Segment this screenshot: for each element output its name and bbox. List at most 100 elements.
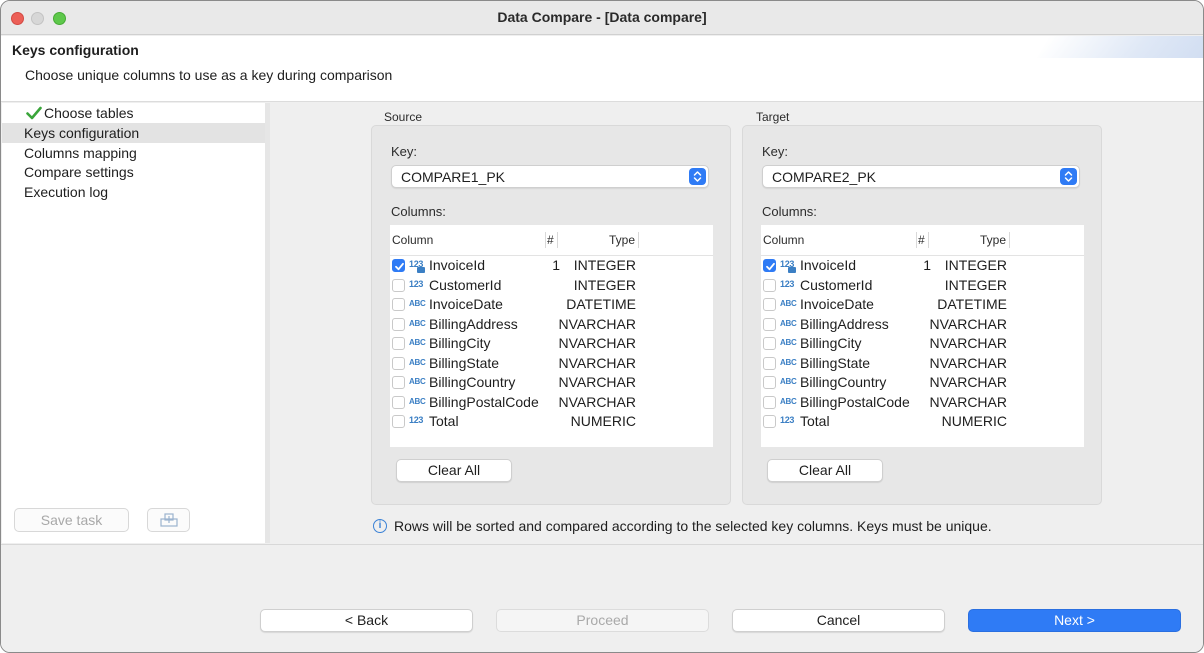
table-row[interactable]: ABC BillingCity NVARCHAR xyxy=(390,334,713,354)
sidebar-item-keys-configuration[interactable]: Keys configuration xyxy=(2,123,265,143)
key-checkbox[interactable] xyxy=(763,356,776,370)
key-checkbox[interactable] xyxy=(763,337,776,350)
table-row[interactable]: ABC BillingCity NVARCHAR xyxy=(761,334,1084,354)
table-row[interactable]: 123 InvoiceId 1 INTEGER xyxy=(390,256,713,276)
column-type: NVARCHAR xyxy=(929,335,1007,351)
wizard-steps-sidebar: Choose tables Keys configuration Columns… xyxy=(2,103,266,543)
column-name: CustomerId xyxy=(429,276,502,293)
page-description: Choose unique columns to use as a key du… xyxy=(25,67,393,83)
key-checkbox[interactable] xyxy=(392,395,405,409)
sidebar-item-label: Compare settings xyxy=(24,164,134,180)
key-checkbox[interactable] xyxy=(763,395,776,409)
sidebar-item-execution-log[interactable]: Execution log xyxy=(2,182,265,202)
table-row[interactable]: ABC BillingPostalCode NVARCHAR xyxy=(390,393,713,413)
keys-configuration-panel: Source Key: COMPARE1_PK Columns: Column … xyxy=(271,103,1203,543)
table-row[interactable]: 123 CustomerId INTEGER xyxy=(761,276,1084,296)
table-row[interactable]: ABC InvoiceDate DATETIME xyxy=(390,295,713,315)
column-header-column[interactable]: Column xyxy=(392,225,433,255)
column-type: DATETIME xyxy=(566,296,636,312)
column-name: InvoiceDate xyxy=(429,296,503,312)
table-row[interactable]: 123 Total NUMERIC xyxy=(390,412,713,432)
column-header-number[interactable]: # xyxy=(547,225,554,255)
key-checkbox[interactable] xyxy=(392,317,405,331)
sidebar-item-choose-tables[interactable]: Choose tables xyxy=(2,103,265,123)
table-row[interactable]: 123 CustomerId INTEGER xyxy=(390,276,713,296)
key-checkbox[interactable] xyxy=(392,415,405,428)
key-checkbox[interactable] xyxy=(763,415,776,428)
text-type-icon: ABC xyxy=(409,318,426,328)
key-checkbox[interactable] xyxy=(763,298,776,311)
key-checkbox[interactable] xyxy=(392,376,405,389)
key-checkbox[interactable] xyxy=(763,259,776,272)
key-checkbox[interactable] xyxy=(763,376,776,389)
table-row[interactable]: ABC BillingCountry NVARCHAR xyxy=(390,373,713,393)
text-type-icon: ABC xyxy=(409,396,426,406)
key-checkbox[interactable] xyxy=(392,356,405,370)
table-row[interactable]: ABC InvoiceDate DATETIME xyxy=(761,295,1084,315)
column-separator[interactable] xyxy=(545,232,546,248)
sidebar-item-label: Columns mapping xyxy=(24,144,137,161)
export-task-button[interactable] xyxy=(147,508,190,532)
column-header-type[interactable]: Type xyxy=(609,225,635,255)
source-key-select[interactable]: COMPARE1_PK xyxy=(391,165,709,188)
column-type: INTEGER xyxy=(944,276,1007,293)
sidebar-splitter[interactable] xyxy=(265,103,270,543)
column-header-column[interactable]: Column xyxy=(763,225,804,255)
key-checkbox[interactable] xyxy=(392,259,405,272)
column-separator[interactable] xyxy=(1009,232,1010,248)
source-clear-all-button[interactable]: Clear All xyxy=(396,459,512,482)
column-separator[interactable] xyxy=(916,232,917,248)
key-checkbox[interactable] xyxy=(392,337,405,350)
table-row[interactable]: ABC BillingAddress NVARCHAR xyxy=(761,315,1084,335)
source-columns-label: Columns: xyxy=(391,204,446,219)
table-row[interactable]: ABC BillingState NVARCHAR xyxy=(390,354,713,374)
column-header-number[interactable]: # xyxy=(918,225,925,255)
target-key-select[interactable]: COMPARE2_PK xyxy=(762,165,1080,188)
export-task-icon xyxy=(159,513,178,527)
column-name: BillingState xyxy=(429,354,500,371)
sidebar-item-label: Choose tables xyxy=(44,105,134,121)
table-row[interactable]: 123 InvoiceId 1 INTEGER xyxy=(761,256,1084,276)
column-header-type[interactable]: Type xyxy=(980,225,1006,255)
target-clear-all-button[interactable]: Clear All xyxy=(767,459,883,482)
cancel-button[interactable]: Cancel xyxy=(732,609,945,632)
target-columns-label: Columns: xyxy=(762,204,817,219)
back-button[interactable]: < Back xyxy=(260,609,473,632)
select-arrows-icon xyxy=(689,168,706,185)
target-group-label: Target xyxy=(756,110,790,124)
table-row[interactable]: ABC BillingState NVARCHAR xyxy=(761,354,1084,374)
checkmark-icon xyxy=(26,106,42,120)
key-checkbox[interactable] xyxy=(392,298,405,311)
sidebar-item-columns-mapping[interactable]: Columns mapping xyxy=(2,143,265,163)
sidebar-item-compare-settings[interactable]: Compare settings xyxy=(2,162,265,182)
target-group: Key: COMPARE2_PK Columns: Column # Type … xyxy=(742,125,1102,505)
column-type: NVARCHAR xyxy=(558,354,636,371)
column-separator[interactable] xyxy=(928,232,929,248)
numeric-type-icon: 123 xyxy=(780,278,795,289)
table-row[interactable]: 123 Total NUMERIC xyxy=(761,412,1084,432)
column-type: NVARCHAR xyxy=(929,354,1007,371)
save-task-button[interactable]: Save task xyxy=(14,508,129,532)
target-columns-table: Column # Type 123 InvoiceId 1 INTEGER 123 Cus… xyxy=(761,225,1084,447)
column-name: BillingAddress xyxy=(800,315,889,332)
next-button[interactable]: Next > xyxy=(968,609,1181,632)
column-type: INTEGER xyxy=(573,276,636,293)
column-separator[interactable] xyxy=(557,232,558,248)
column-name: Total xyxy=(800,413,830,429)
key-checkbox[interactable] xyxy=(763,278,776,292)
column-separator[interactable] xyxy=(638,232,639,248)
column-name: Total xyxy=(429,413,459,429)
column-type: NVARCHAR xyxy=(558,393,636,410)
key-checkbox[interactable] xyxy=(763,317,776,331)
text-type-icon: ABC xyxy=(780,338,797,347)
column-name: BillingCountry xyxy=(429,374,516,390)
key-checkbox[interactable] xyxy=(392,278,405,292)
source-key-label: Key: xyxy=(391,144,418,159)
proceed-button[interactable]: Proceed xyxy=(496,609,709,632)
column-type: INTEGER xyxy=(573,257,636,273)
table-row[interactable]: ABC BillingCountry NVARCHAR xyxy=(761,373,1084,393)
table-row[interactable]: ABC BillingPostalCode NVARCHAR xyxy=(761,393,1084,413)
table-row[interactable]: ABC BillingAddress NVARCHAR xyxy=(390,315,713,335)
text-type-icon: ABC xyxy=(780,318,797,328)
sidebar-item-label: Keys configuration xyxy=(24,125,140,141)
